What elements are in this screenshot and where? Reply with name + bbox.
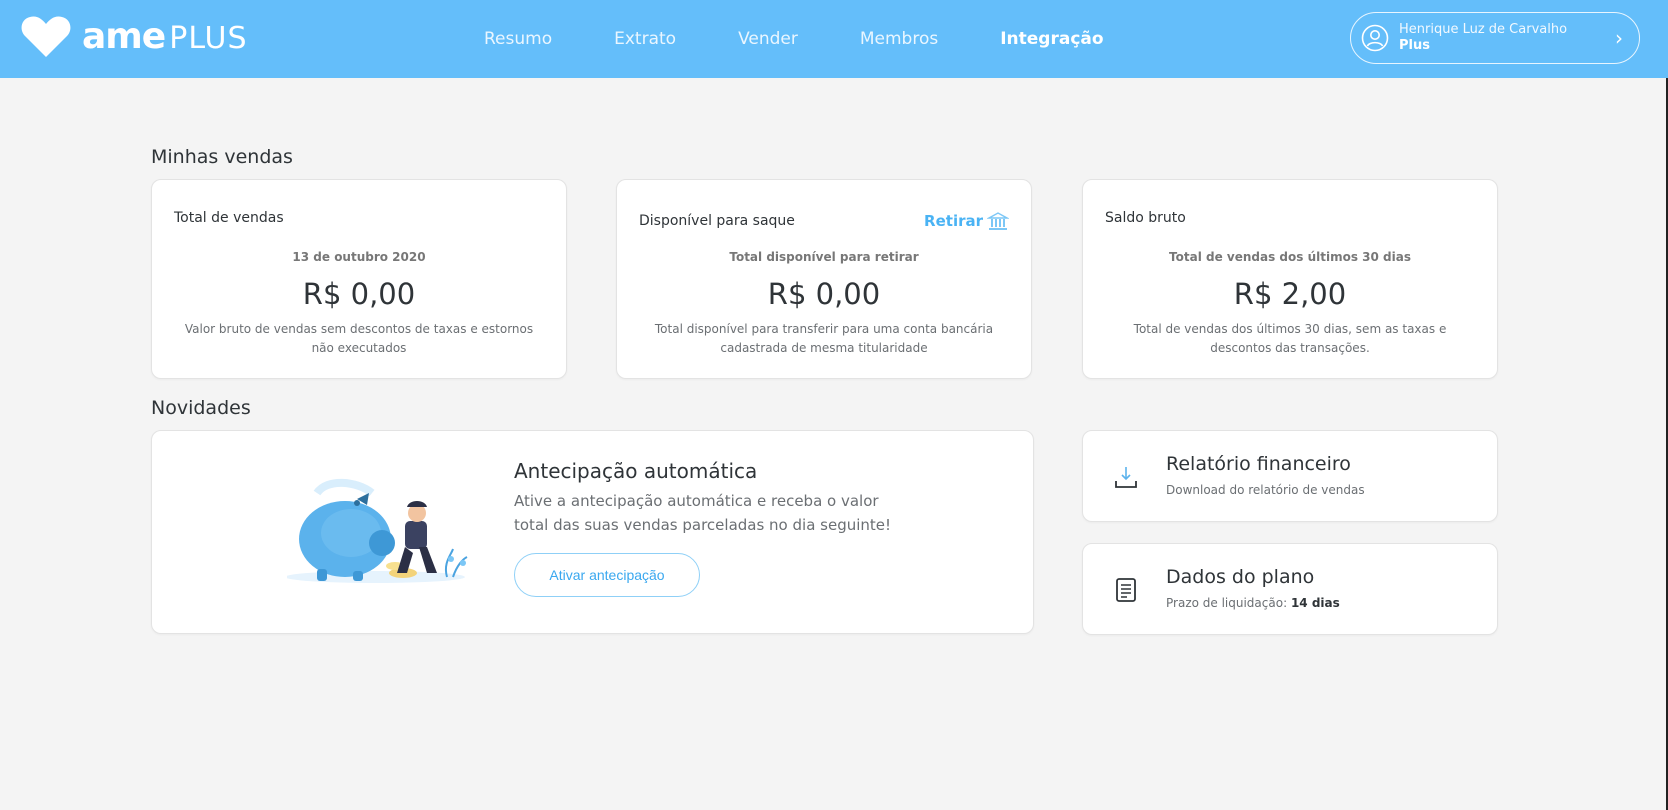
- prazo-label: Prazo de liquidação:: [1166, 596, 1288, 610]
- nav-integracao[interactable]: Integração: [1000, 29, 1103, 49]
- stat-value: R$ 0,00: [302, 277, 416, 311]
- stat-label: Saldo bruto: [1105, 210, 1186, 226]
- user-circle-icon: [1361, 24, 1389, 52]
- main-nav: Resumo Extrato Vender Membros Integração: [484, 26, 1104, 52]
- stat-label: Disponível para saque: [639, 213, 795, 229]
- relatorio-financeiro-card[interactable]: Relatório financeiro Download do relatór…: [1082, 430, 1498, 522]
- stat-desc: Total disponível para transferir para um…: [654, 322, 994, 356]
- nav-resumo[interactable]: Resumo: [484, 29, 552, 49]
- bank-icon: [987, 212, 1009, 230]
- logo-name: ame: [82, 16, 166, 57]
- user-plan: Plus: [1399, 38, 1430, 53]
- stat-label: Total de vendas: [174, 210, 284, 226]
- section-title-news: Novidades: [151, 397, 251, 419]
- piggy-bank-illustration: [287, 478, 468, 583]
- download-icon: [1115, 467, 1137, 488]
- ativar-antecipacao-button[interactable]: Ativar antecipação: [514, 553, 700, 597]
- promo-text: Ative a antecipação automática e receba …: [514, 492, 892, 534]
- stat-sub: Total disponível para retirar: [729, 250, 919, 264]
- ame-plus-logo[interactable]: ame PLUS: [20, 14, 248, 60]
- stat-value: R$ 2,00: [1233, 277, 1347, 311]
- dados-plano-card[interactable]: Dados do plano Prazo de liquidação: 14 d…: [1082, 543, 1498, 635]
- stat-card-disponivel-saque: Disponível para saque Retirar Total disp…: [616, 179, 1032, 379]
- stat-card-total-vendas: Total de vendas 13 de outubro 2020 R$ 0,…: [151, 179, 567, 379]
- document-icon: [1116, 578, 1136, 602]
- promo-card-antecipacao: Antecipação automática Ative a antecipaç…: [151, 430, 1034, 634]
- stat-desc: Valor bruto de vendas sem descontos de t…: [184, 322, 534, 356]
- section-title-sales: Minhas vendas: [151, 146, 293, 168]
- relatorio-title: Relatório financeiro: [1166, 453, 1351, 475]
- stat-sub: Total de vendas dos últimos 30 dias: [1169, 250, 1411, 264]
- chevron-right-icon: ›: [1615, 26, 1623, 50]
- logo-suffix: PLUS: [169, 21, 248, 56]
- retirar-button[interactable]: Retirar: [924, 210, 1009, 232]
- nav-membros[interactable]: Membros: [860, 29, 938, 49]
- stat-value: R$ 0,00: [767, 277, 881, 311]
- prazo-value: 14 dias: [1290, 596, 1340, 610]
- retirar-label: Retirar: [924, 212, 983, 230]
- dados-plano-title: Dados do plano: [1166, 566, 1315, 588]
- nav-vender[interactable]: Vender: [738, 29, 798, 49]
- dados-plano-sub: Prazo de liquidação: 14 dias: [1166, 596, 1340, 610]
- nav-extrato[interactable]: Extrato: [614, 29, 676, 49]
- top-navbar: ame PLUS Resumo Extrato Vender Membros I…: [0, 0, 1668, 78]
- relatorio-sub: Download do relatório de vendas: [1166, 483, 1365, 497]
- stat-sub: 13 de outubro 2020: [292, 250, 426, 264]
- promo-title: Antecipação automática: [514, 459, 758, 483]
- stat-desc: Total de vendas dos últimos 30 dias, sem…: [1133, 322, 1447, 356]
- stat-card-saldo-bruto: Saldo bruto Total de vendas dos últimos …: [1082, 179, 1498, 379]
- app-frame: ame PLUS Resumo Extrato Vender Membros I…: [0, 0, 1668, 810]
- user-name: Henrique Luz de Carvalho: [1399, 22, 1568, 38]
- heart-logo-icon: [21, 16, 71, 58]
- user-menu-button[interactable]: Henrique Luz de Carvalho Plus ›: [1350, 12, 1640, 64]
